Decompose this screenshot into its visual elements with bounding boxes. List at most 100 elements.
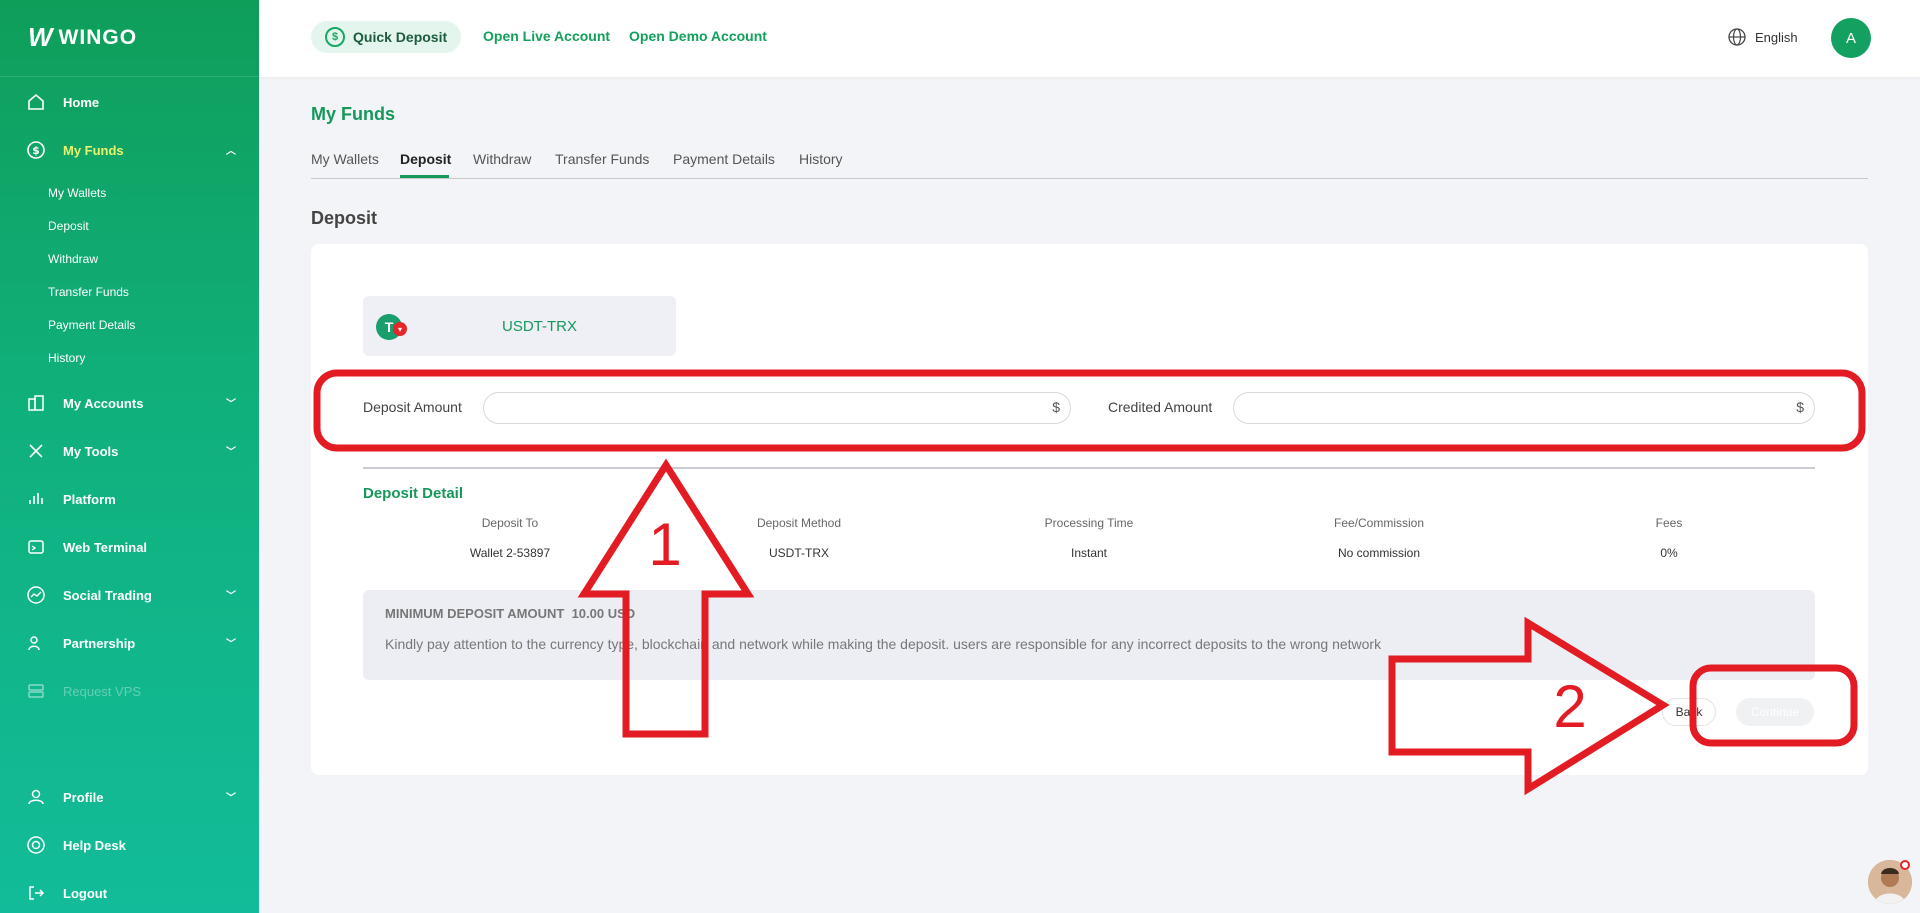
payment-method-label: USDT-TRX bbox=[502, 318, 577, 335]
chevron-down-icon: ﹀ bbox=[226, 793, 236, 804]
dollar-circle-icon: $ bbox=[325, 27, 345, 47]
sidebar-subitem-transfer-funds[interactable]: Transfer Funds bbox=[48, 285, 129, 299]
sidebar-subitem-deposit[interactable]: Deposit bbox=[48, 219, 89, 233]
currency-symbol: $ bbox=[1052, 399, 1060, 415]
sidebar-item-label: Platform bbox=[63, 491, 116, 507]
sidebar-item-label: My Tools bbox=[63, 443, 119, 459]
credited-amount-input[interactable] bbox=[1234, 393, 1814, 423]
quick-deposit-button[interactable]: $ Quick Deposit bbox=[311, 21, 462, 53]
deposit-amount-input[interactable] bbox=[484, 393, 1070, 423]
sidebar: W WINGO Home $ My Funds ︿ My Wallets Dep… bbox=[0, 0, 259, 913]
back-button[interactable]: Back bbox=[1662, 698, 1716, 726]
sidebar-subitem-payment-details[interactable]: Payment Details bbox=[48, 318, 135, 332]
open-live-account-link[interactable]: Open Live Account bbox=[483, 28, 610, 44]
terminal-icon bbox=[26, 537, 46, 557]
open-demo-account-link[interactable]: Open Demo Account bbox=[629, 28, 767, 44]
detail-column-processing-time: Processing Time Instant bbox=[979, 516, 1199, 560]
tab-my-wallets[interactable]: My Wallets bbox=[311, 151, 379, 167]
logo-mark-icon: W bbox=[28, 22, 53, 52]
sidebar-item-label: Profile bbox=[63, 789, 104, 805]
credited-amount-field[interactable]: $ bbox=[1233, 392, 1815, 424]
tab-history[interactable]: History bbox=[799, 151, 843, 167]
sidebar-item-my-funds[interactable]: $ My Funds ︿ bbox=[26, 140, 236, 160]
chevron-up-icon: ︿ bbox=[226, 146, 236, 157]
notice-text: Kindly pay attention to the currency typ… bbox=[385, 636, 1382, 652]
detail-value: Wallet 2-53897 bbox=[469, 546, 551, 560]
detail-column-fees: Fees 0% bbox=[1559, 516, 1779, 560]
language-label: English bbox=[1755, 29, 1798, 45]
sidebar-item-platform[interactable]: Platform bbox=[26, 489, 236, 509]
sidebar-item-label: Help Desk bbox=[63, 837, 126, 853]
detail-column-deposit-method: Deposit Method USDT-TRX bbox=[689, 516, 909, 560]
deposit-card: T ▾ USDT-TRX Deposit Amount $ Credited A… bbox=[311, 244, 1868, 775]
sidebar-item-label: My Funds bbox=[63, 142, 124, 158]
chevron-down-icon: ﹀ bbox=[226, 639, 236, 650]
detail-value: USDT-TRX bbox=[769, 546, 829, 560]
avatar[interactable]: A bbox=[1831, 18, 1871, 58]
chevron-down-icon: ﹀ bbox=[226, 399, 236, 410]
continue-button[interactable]: Continue bbox=[1736, 698, 1814, 726]
globe-icon bbox=[1728, 28, 1746, 46]
logout-icon bbox=[26, 883, 46, 903]
chart-icon bbox=[26, 585, 46, 605]
partners-icon bbox=[26, 633, 46, 653]
brand-logo[interactable]: W WINGO bbox=[28, 22, 137, 53]
sidebar-item-help-desk[interactable]: Help Desk bbox=[26, 835, 236, 855]
currency-symbol: $ bbox=[1796, 399, 1804, 415]
sidebar-item-label: My Accounts bbox=[63, 395, 144, 411]
sidebar-item-label: Home bbox=[63, 94, 100, 110]
language-selector[interactable]: English bbox=[1727, 27, 1798, 47]
sidebar-item-web-terminal[interactable]: Web Terminal bbox=[26, 537, 236, 557]
chevron-down-icon: ﹀ bbox=[226, 591, 236, 602]
tools-icon bbox=[26, 441, 46, 461]
tab-deposit[interactable]: Deposit bbox=[400, 151, 451, 167]
sidebar-item-my-tools[interactable]: My Tools ﹀ bbox=[26, 441, 236, 461]
tron-badge-icon: ▾ bbox=[393, 322, 407, 336]
tab-payment-details[interactable]: Payment Details bbox=[673, 151, 775, 167]
sidebar-item-label: Social Trading bbox=[63, 587, 152, 603]
section-title: Deposit bbox=[311, 208, 378, 228]
deposit-amount-label: Deposit Amount bbox=[363, 399, 462, 415]
detail-header: Fee/Commission bbox=[1333, 516, 1425, 530]
tabs-divider bbox=[311, 178, 1868, 179]
sidebar-item-social-trading[interactable]: Social Trading ﹀ bbox=[26, 585, 236, 605]
deposit-amount-field[interactable]: $ bbox=[483, 392, 1071, 424]
page-title: My Funds bbox=[311, 104, 395, 124]
payment-method-card[interactable]: T ▾ USDT-TRX bbox=[363, 296, 676, 356]
sidebar-item-logout[interactable]: Logout bbox=[26, 883, 236, 903]
user-icon bbox=[26, 787, 46, 807]
svg-text:$: $ bbox=[32, 144, 40, 157]
detail-value: 0% bbox=[1660, 546, 1678, 560]
sidebar-subitem-my-wallets[interactable]: My Wallets bbox=[48, 186, 106, 200]
minimum-deposit-notice: MINIMUM DEPOSIT AMOUNT 10.00 USD Kindly … bbox=[363, 590, 1815, 680]
tab-transfer-funds[interactable]: Transfer Funds bbox=[555, 151, 649, 167]
sidebar-item-label: Logout bbox=[63, 885, 108, 901]
sidebar-item-label: Request VPS bbox=[63, 683, 142, 699]
detail-header: Fees bbox=[1655, 516, 1683, 530]
sidebar-item-profile[interactable]: Profile ﹀ bbox=[26, 787, 236, 807]
sidebar-subitem-withdraw[interactable]: Withdraw bbox=[48, 252, 98, 266]
sidebar-item-home[interactable]: Home bbox=[26, 92, 236, 112]
detail-divider bbox=[363, 467, 1815, 469]
sidebar-subitem-history[interactable]: History bbox=[48, 351, 85, 365]
credited-amount-label: Credited Amount bbox=[1108, 399, 1213, 415]
notification-dot bbox=[1900, 860, 1910, 870]
building-icon bbox=[26, 393, 46, 413]
sidebar-item-my-accounts[interactable]: My Accounts ﹀ bbox=[26, 393, 236, 413]
sidebar-item-request-vps[interactable]: Request VPS bbox=[26, 681, 236, 701]
top-header: $ Quick Deposit Open Live Account Open D… bbox=[259, 0, 1920, 77]
sidebar-item-label: Web Terminal bbox=[63, 539, 148, 555]
notice-title: MINIMUM DEPOSIT AMOUNT 10.00 USD bbox=[385, 606, 636, 621]
quick-deposit-label: Quick Deposit bbox=[353, 29, 448, 45]
sidebar-item-partnership[interactable]: Partnership ﹀ bbox=[26, 633, 236, 653]
lifebuoy-icon bbox=[26, 835, 46, 855]
deposit-detail-title: Deposit Detail bbox=[363, 485, 464, 502]
server-icon bbox=[26, 681, 46, 701]
detail-column-deposit-to: Deposit To Wallet 2-53897 bbox=[400, 516, 620, 560]
home-icon bbox=[26, 92, 46, 112]
bars-icon bbox=[26, 489, 46, 509]
brand-name: WINGO bbox=[58, 25, 138, 49]
chevron-down-icon: ﹀ bbox=[226, 447, 236, 458]
detail-value: Instant bbox=[1070, 546, 1108, 560]
tab-withdraw[interactable]: Withdraw bbox=[473, 151, 531, 167]
